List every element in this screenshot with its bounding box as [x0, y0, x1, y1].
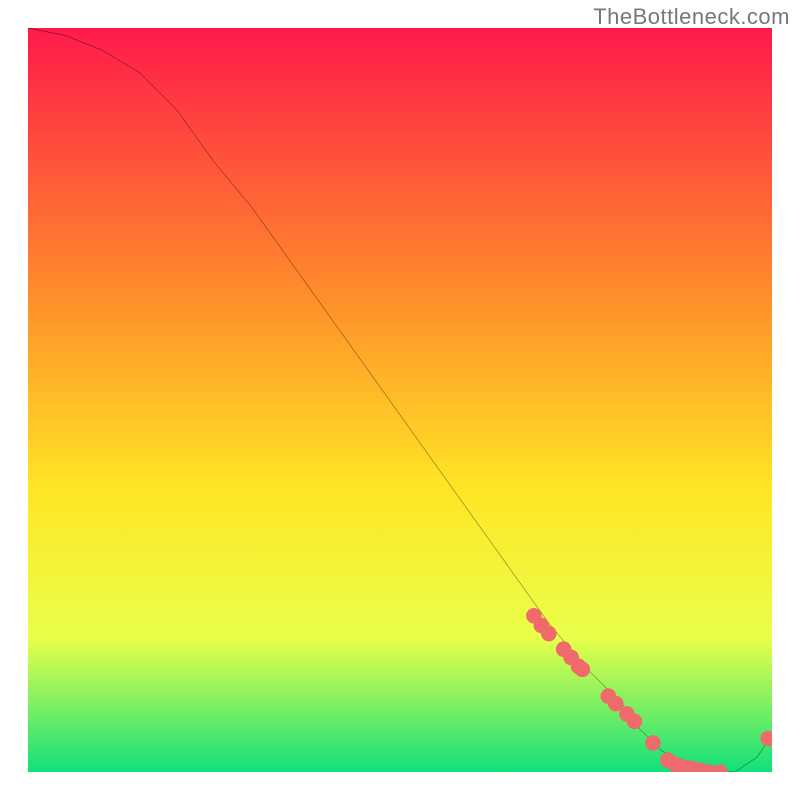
watermark-text: TheBottleneck.com [593, 4, 790, 30]
highlight-point [627, 714, 643, 730]
highlight-point [541, 626, 557, 642]
highlight-point [574, 662, 590, 678]
bottleneck-chart [28, 28, 772, 772]
highlight-point [645, 735, 661, 751]
chart-background [28, 28, 772, 772]
chart-container: TheBottleneck.com [0, 0, 800, 800]
